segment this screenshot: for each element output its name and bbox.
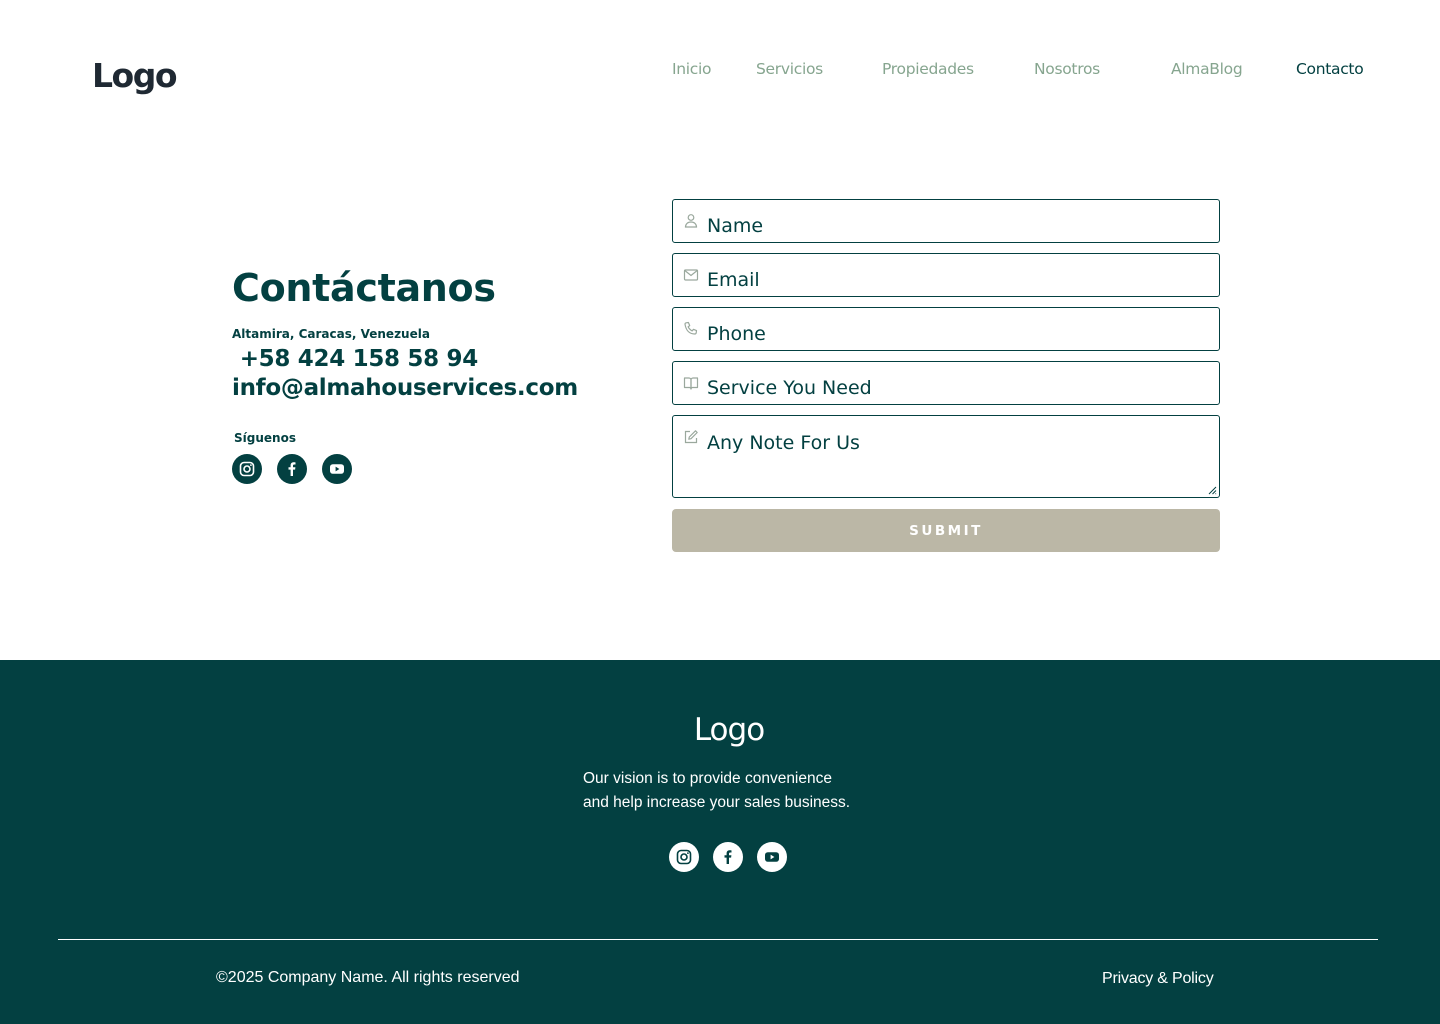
youtube-icon: [330, 464, 344, 474]
instagram-icon: [676, 849, 692, 865]
youtube-icon: [765, 852, 779, 862]
contact-phone[interactable]: +58 424 158 58 94: [232, 346, 479, 372]
contact-title: Contáctanos: [232, 266, 496, 310]
book-icon: [683, 377, 699, 390]
contact-address: Altamira, Caracas, Venezuela: [232, 327, 430, 341]
phone-icon: [684, 321, 698, 335]
email-input[interactable]: [707, 254, 1211, 296]
follow-label: Síguenos: [234, 431, 296, 445]
footer-divider: [58, 939, 1378, 940]
name-input[interactable]: [707, 200, 1211, 242]
name-field: [672, 199, 1220, 243]
phone-input[interactable]: [707, 308, 1211, 350]
contact-social-links: [232, 454, 352, 484]
user-icon: [684, 214, 698, 228]
mail-icon: [683, 269, 699, 281]
youtube-link[interactable]: [322, 454, 352, 484]
facebook-icon: [288, 462, 296, 476]
nav-item-contacto[interactable]: Contacto: [1296, 60, 1364, 78]
facebook-icon: [724, 850, 732, 864]
contact-email[interactable]: info@almahouservices.com: [232, 375, 578, 401]
footer-copyright: ©2025 Company Name. All rights reserved: [216, 969, 520, 986]
footer-facebook-link[interactable]: [713, 842, 743, 872]
nav-item-inicio[interactable]: Inicio: [672, 60, 712, 78]
edit-icon: [684, 430, 698, 444]
instagram-link[interactable]: [232, 454, 262, 484]
footer-instagram-link[interactable]: [669, 842, 699, 872]
nav-item-nosotros[interactable]: Nosotros: [1034, 60, 1100, 78]
phone-field: [672, 307, 1220, 351]
footer-vision-line2: and help increase your sales business.: [583, 794, 851, 811]
footer-social-links: [669, 842, 787, 872]
footer-vision: Our vision is to provide convenience and…: [583, 767, 903, 815]
submit-button[interactable]: SUBMIT: [672, 509, 1220, 552]
note-input[interactable]: [707, 416, 1211, 497]
service-field: [672, 361, 1220, 405]
footer-logo[interactable]: Logo: [0, 712, 1440, 748]
footer-youtube-link[interactable]: [757, 842, 787, 872]
privacy-policy-link[interactable]: Privacy & Policy: [1102, 970, 1214, 988]
footer-vision-line1: Our vision is to provide convenience: [583, 770, 832, 787]
header-logo[interactable]: Logo: [92, 56, 178, 95]
service-input[interactable]: [707, 362, 1211, 404]
instagram-icon: [239, 461, 255, 477]
footer: Logo Our vision is to provide convenienc…: [0, 660, 1440, 1024]
email-field: [672, 253, 1220, 297]
facebook-link[interactable]: [277, 454, 307, 484]
note-field: [672, 415, 1220, 498]
nav-item-almablog[interactable]: AlmaBlog: [1171, 60, 1243, 78]
nav-item-servicios[interactable]: Servicios: [756, 60, 823, 78]
nav-item-propiedades[interactable]: Propiedades: [882, 60, 974, 78]
resize-handle-icon[interactable]: [1208, 486, 1217, 495]
